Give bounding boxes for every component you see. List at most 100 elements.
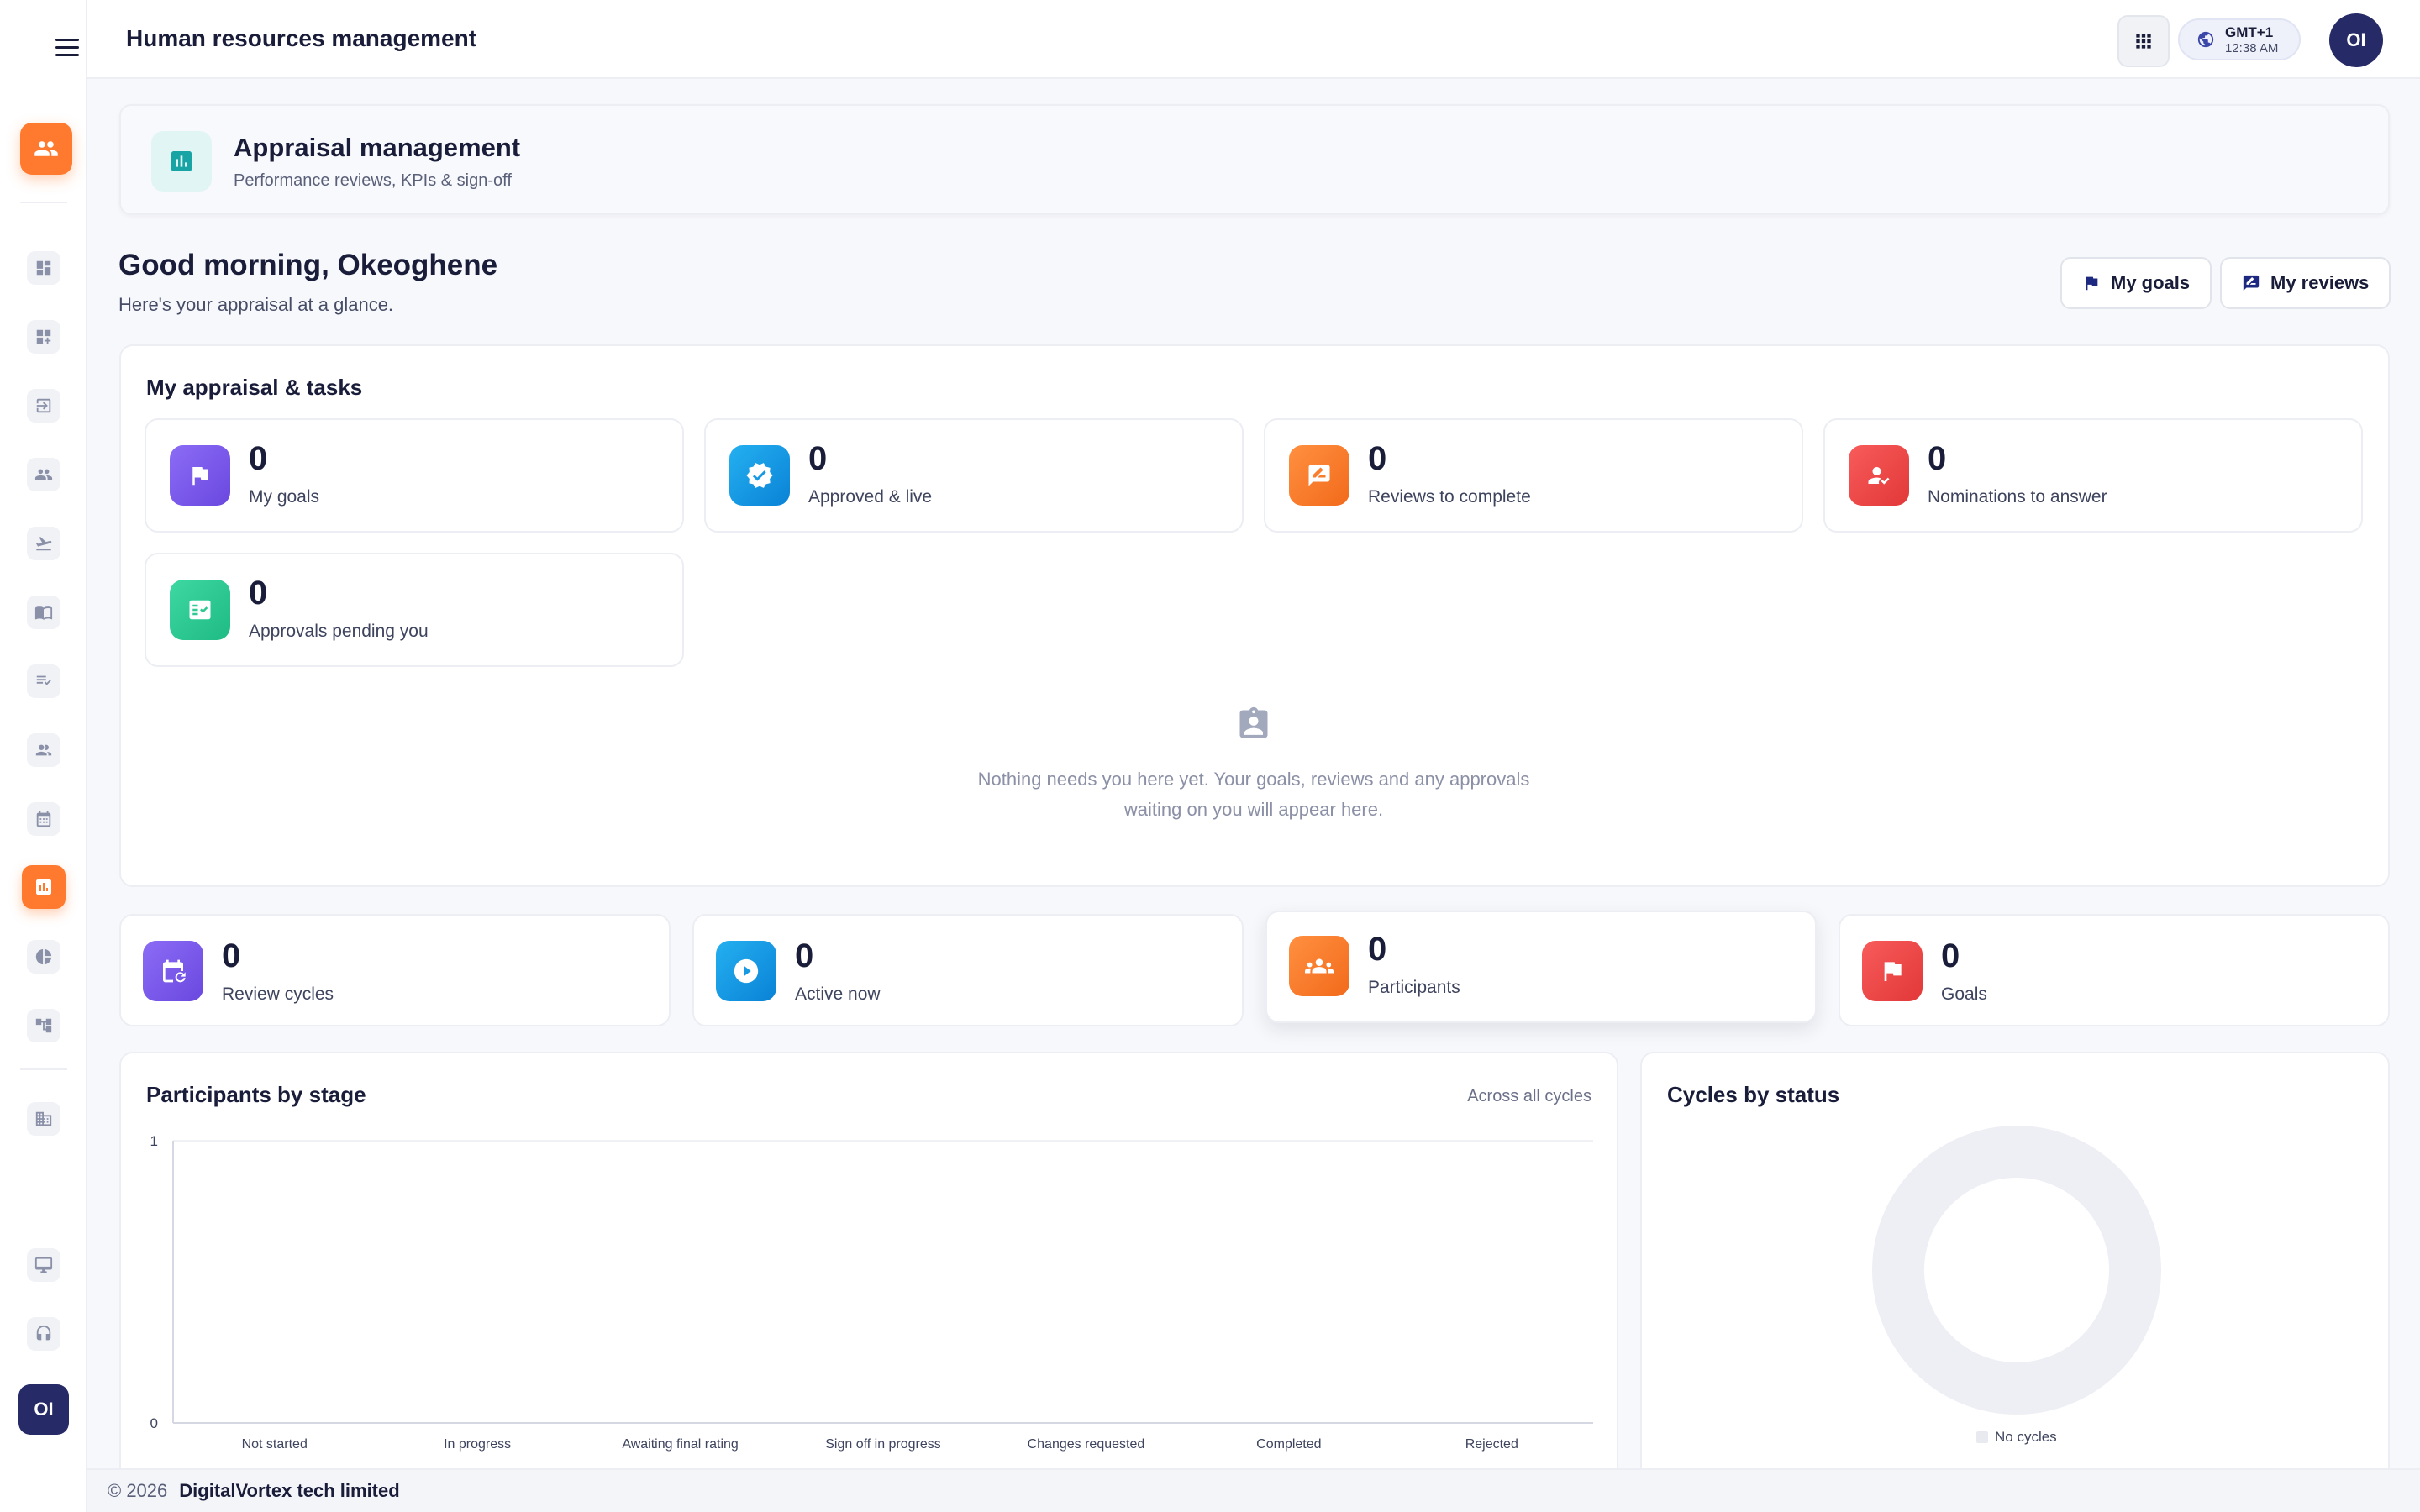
sidebar-item-employees[interactable] (27, 458, 60, 491)
sidebar-item-dashboard[interactable] (27, 251, 60, 285)
stat-label: Reviews to complete (1368, 487, 1531, 507)
my-reviews-button[interactable]: My reviews (2220, 257, 2391, 309)
x-tick-label: Completed (1256, 1437, 1321, 1452)
tasks-title: My appraisal & tasks (146, 375, 363, 400)
stat-label: My goals (249, 487, 320, 507)
stat-value: 0 (249, 440, 268, 477)
sidebar-item-calendar[interactable] (27, 802, 60, 836)
my-goals-button[interactable]: My goals (2060, 257, 2212, 309)
add-widget-icon (36, 329, 51, 344)
sidebar-item-analytics[interactable] (27, 940, 60, 974)
stat-value: 0 (1368, 931, 1387, 968)
legend-swatch (1976, 1431, 1988, 1443)
book-icon (34, 606, 53, 620)
flag-icon (2086, 276, 2098, 291)
stat-value: 0 (249, 575, 268, 612)
x-tick-label: In progress (444, 1437, 511, 1452)
hr-module-button[interactable] (20, 123, 72, 175)
module-banner: Appraisal management Performance reviews… (119, 104, 2390, 215)
stat-my-goals[interactable]: 0 My goals (145, 418, 684, 533)
group-icon (35, 744, 52, 756)
footer: © 2026 DigitalVortex tech limited (87, 1468, 2420, 1512)
summary-goals[interactable]: 0 Goals (1839, 914, 2390, 1026)
module-title: Appraisal management (234, 133, 521, 162)
people-icon (34, 141, 58, 156)
stat-label: Approvals pending you (249, 622, 429, 641)
current-time: 12:38 AM (2225, 40, 2279, 55)
stat-value: 0 (1941, 937, 1960, 974)
rate-review-icon (2243, 275, 2260, 291)
support-icon (36, 1325, 51, 1341)
fact-check-icon (189, 600, 211, 620)
x-tick-label: Changes requested (1028, 1437, 1145, 1452)
stat-label: Participants (1368, 978, 1460, 997)
module-icon (151, 131, 212, 192)
apps-button[interactable] (2118, 15, 2170, 67)
stat-value: 0 (1928, 440, 1947, 477)
stat-icon (716, 941, 776, 1001)
flag-icon (192, 467, 208, 486)
verified-icon (746, 463, 773, 488)
stat-icon (170, 580, 230, 640)
timezone-label: GMT+1 (2225, 24, 2274, 40)
sidebar-item-widgets[interactable] (27, 320, 60, 354)
person-check-icon (1868, 467, 1890, 485)
empty-state-message: Nothing needs you here yet. Your goals, … (977, 769, 1530, 820)
sidebar-item-onboarding[interactable] (27, 389, 60, 423)
stat-icon (143, 941, 203, 1001)
avatar[interactable]: OI (18, 1384, 69, 1435)
sidebar-item-tasks[interactable] (27, 664, 60, 698)
x-tick-label: Sign off in progress (825, 1437, 941, 1452)
summary-participants[interactable]: 0 Participants (1265, 911, 1817, 1023)
timezone-pill[interactable]: GMT+1 12:38 AM (2178, 18, 2301, 60)
sidebar-item-teams[interactable] (27, 733, 60, 767)
y-tick-label: 0 (150, 1415, 158, 1431)
stat-icon (1862, 941, 1923, 1001)
greeting-title: Good morning, Okeoghene (118, 249, 498, 281)
sidebar-item-appraisal[interactable] (22, 865, 66, 909)
top-bar: Human resources management GMT+1 12:38 A… (87, 0, 2420, 79)
stat-icon (1849, 445, 1909, 506)
stat-approvals-pending[interactable]: 0 Approvals pending you (145, 553, 684, 667)
stat-nominations[interactable]: 0 Nominations to answer (1823, 418, 2363, 533)
stat-label: Review cycles (222, 984, 334, 1004)
stat-icon (170, 445, 230, 506)
desktop-icon (34, 1257, 53, 1273)
summary-active-now[interactable]: 0 Active now (692, 914, 1244, 1026)
sidebar-item-devices[interactable] (27, 1248, 60, 1282)
dashboard-icon (36, 260, 51, 276)
sidebar-item-leave[interactable] (27, 527, 60, 560)
pie-chart-icon (35, 948, 52, 965)
sidebar-item-org-chart[interactable] (27, 1009, 60, 1042)
y-tick-label: 1 (150, 1133, 158, 1149)
greeting-subtitle: Here's your appraisal at a glance. (118, 294, 394, 315)
donut-empty-ring (1872, 1126, 2161, 1415)
user-avatar[interactable]: OI (2329, 13, 2383, 67)
copyright-year: © 2026 (108, 1480, 168, 1501)
stat-approved-live[interactable]: 0 Approved & live (704, 418, 1244, 533)
my-goals-label: My goals (2111, 272, 2191, 293)
groups-icon (1305, 958, 1334, 974)
sidebar-item-learning[interactable] (27, 596, 60, 629)
stat-label: Nominations to answer (1928, 487, 2107, 507)
stat-reviews-to-complete[interactable]: 0 Reviews to complete (1264, 418, 1803, 533)
stat-label: Active now (795, 984, 881, 1004)
stat-value: 0 (222, 937, 241, 974)
donut-chart: No cycles (1872, 1126, 2161, 1445)
sidebar-item-support[interactable] (27, 1317, 60, 1351)
globe-icon (2197, 31, 2214, 48)
my-reviews-label: My reviews (2270, 272, 2370, 293)
building-icon (35, 1111, 52, 1126)
stat-label: Approved & live (808, 487, 933, 507)
sidebar-divider (20, 202, 67, 203)
sidebar: OI (0, 0, 87, 1512)
x-tick-label: Rejected (1465, 1437, 1518, 1452)
stat-value: 0 (808, 440, 828, 477)
sidebar-item-company[interactable] (27, 1102, 60, 1136)
play-circle-icon (734, 958, 759, 984)
stat-label: Goals (1941, 984, 1987, 1004)
summary-review-cycles[interactable]: 0 Review cycles (119, 914, 671, 1026)
legend-label: No cycles (1995, 1429, 2057, 1445)
rate-review-icon (1308, 465, 1330, 486)
menu-icon[interactable] (55, 39, 79, 59)
